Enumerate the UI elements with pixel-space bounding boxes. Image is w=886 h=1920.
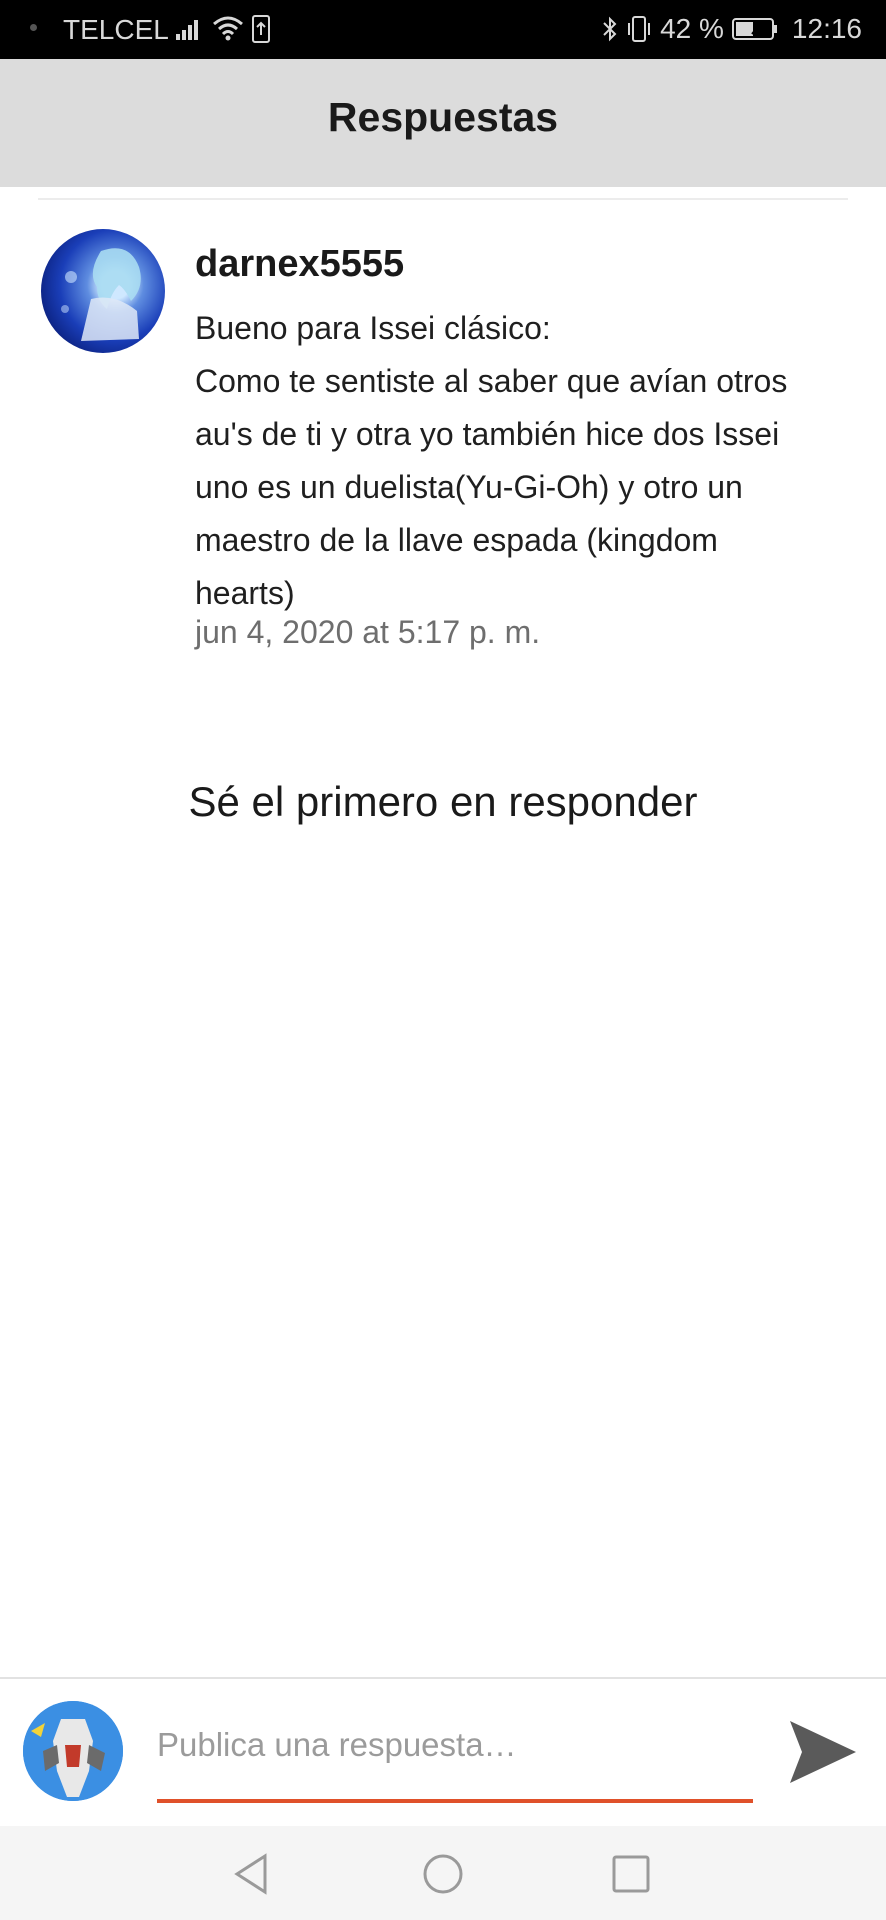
- clock: 12:16: [791, 13, 862, 44]
- carrier-label: TELCEL: [63, 14, 169, 45]
- status-right-group: 42 % 12:16: [602, 13, 862, 45]
- battery-percent: 42 %: [660, 13, 724, 44]
- divider: [38, 198, 848, 200]
- comment-timestamp: jun 4, 2020 at 5:17 p. m.: [195, 614, 541, 650]
- avatar-image: [61, 248, 141, 341]
- signal-icon: [176, 20, 198, 40]
- upload-icon: [252, 15, 270, 43]
- page-title: Respuestas: [327, 94, 559, 140]
- avatar-image: [23, 1701, 123, 1801]
- comment-author-avatar[interactable]: [41, 229, 165, 353]
- bluetooth-icon: [603, 16, 617, 42]
- status-bar: TELCEL 42 % 12:16: [0, 0, 886, 59]
- back-icon[interactable]: [223, 1844, 283, 1904]
- app-header: Respuestas: [0, 59, 886, 187]
- reply-composer: [0, 1677, 886, 1826]
- home-icon[interactable]: [413, 1844, 473, 1904]
- notification-dot-icon: [30, 24, 37, 31]
- recent-apps-icon[interactable]: [601, 1844, 661, 1904]
- current-user-avatar[interactable]: [23, 1701, 123, 1801]
- comment-body: Bueno para Issei clásico: Como te sentis…: [195, 310, 788, 611]
- reply-input-underline: [157, 1799, 753, 1803]
- wifi-icon: [213, 16, 243, 41]
- system-nav-bar: [0, 1826, 886, 1920]
- comment-author-name[interactable]: darnex5555: [195, 243, 404, 286]
- vibrate-icon: [628, 16, 651, 42]
- send-icon[interactable]: [786, 1717, 860, 1787]
- no-replies-message: Sé el primero en responder: [188, 778, 698, 825]
- battery-icon: [731, 18, 777, 40]
- reply-input[interactable]: [157, 1715, 753, 1775]
